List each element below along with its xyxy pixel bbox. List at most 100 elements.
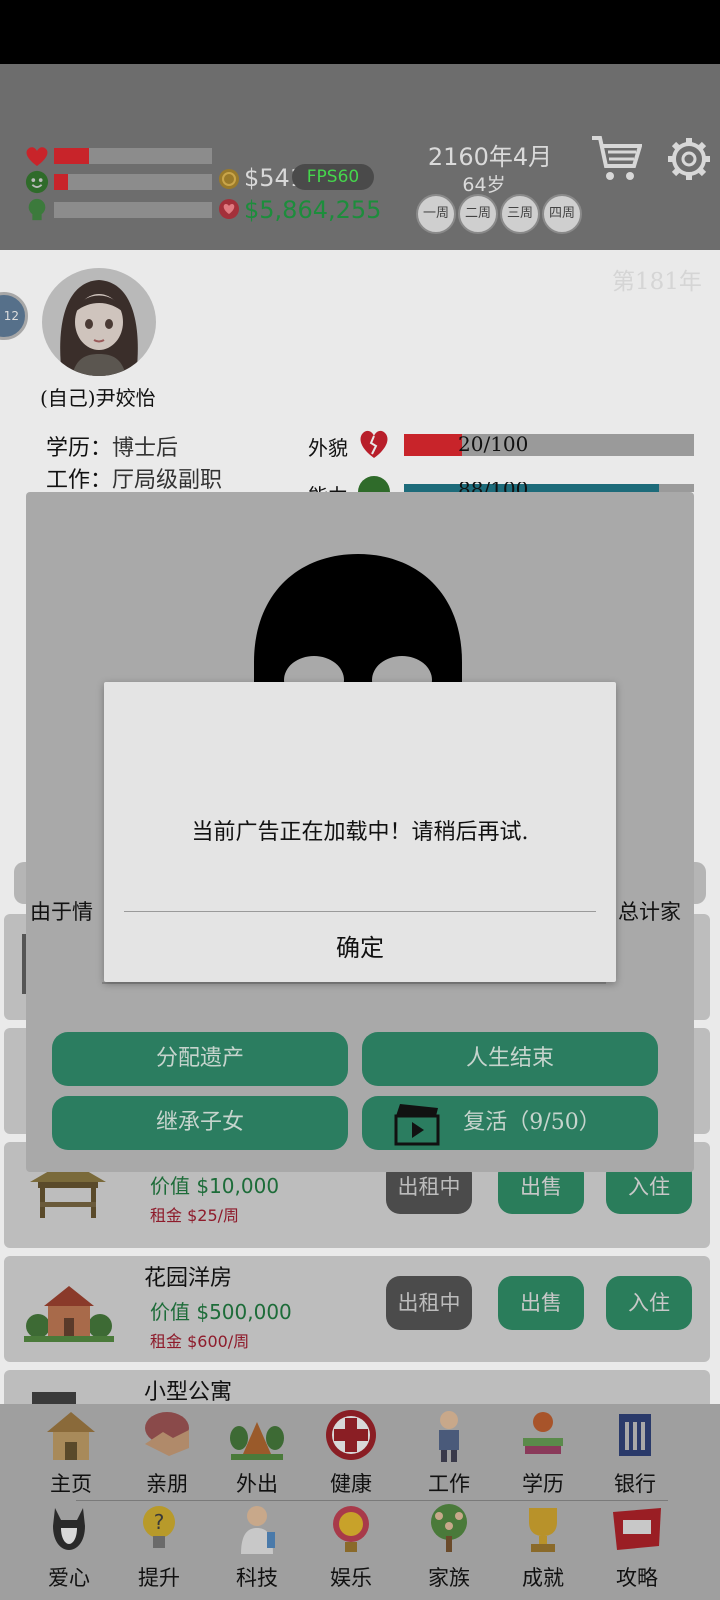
week-button-3[interactable]: 三周 [500, 194, 540, 234]
relation-badge[interactable]: 12 [0, 292, 28, 340]
week-button-1[interactable]: 一周 [416, 194, 456, 234]
game-date: 2160年4月 [427, 143, 553, 171]
nav-guide[interactable]: 攻略 [592, 1502, 682, 1592]
nav-work[interactable]: 工作 [404, 1408, 494, 1498]
lightbulb-question-icon: ? [143, 1506, 175, 1548]
nav-label: 工作 [428, 1472, 470, 1496]
distribute-inheritance-button[interactable]: 分配遗产 [52, 1032, 348, 1086]
nav-label: 亲朋 [146, 1472, 188, 1496]
property-rent: 租金 $600/周 [150, 1332, 250, 1351]
revive-label: 复活（9/50） [463, 1110, 601, 1135]
brain-head-icon [28, 198, 46, 221]
nav-label: 爱心 [48, 1566, 90, 1590]
student-books-icon [523, 1412, 563, 1454]
end-life-button[interactable]: 人生结束 [362, 1032, 658, 1086]
health-bar [54, 148, 89, 164]
nav-charity[interactable]: 爱心 [24, 1502, 114, 1592]
sell-button[interactable]: 出售 [498, 1276, 584, 1330]
nav-entertainment[interactable]: 娱乐 [306, 1502, 396, 1592]
nav-label: 娱乐 [330, 1566, 372, 1590]
nav-home[interactable]: 主页 [26, 1408, 116, 1498]
nav-label: 健康 [330, 1472, 372, 1496]
smiley-face-icon [25, 170, 49, 194]
looks-bar [404, 434, 694, 456]
nav-label: 提升 [138, 1566, 180, 1590]
nav-health[interactable]: 健康 [306, 1408, 396, 1498]
nav-improve[interactable]: ? 提升 [114, 1502, 204, 1592]
nav-label: 银行 [614, 1472, 656, 1496]
alert-message: 当前广告正在加载中！请稍后再试. [191, 820, 529, 845]
broken-heart-icon [360, 430, 388, 458]
garden-house-icon [24, 1286, 114, 1342]
nav-label: 外出 [236, 1472, 278, 1496]
avatar[interactable] [42, 268, 156, 376]
job-value: 厅局级副职 [112, 468, 223, 493]
nav-label: 主页 [50, 1472, 92, 1496]
trophy-hearts-icon [333, 1506, 369, 1552]
property-card-garden-house: 花园洋房 价值 $500,000 租金 $600/周 出租中 出售 入住 [4, 1256, 710, 1362]
avatar-portrait [60, 280, 138, 376]
looks-value: 20/100 [458, 432, 529, 456]
happiness-bar [54, 174, 69, 190]
job-line: 工作：厅局级副职 [46, 462, 222, 494]
nav-divider [76, 1500, 668, 1501]
alert-divider [124, 911, 596, 912]
confirm-button[interactable]: 确定 [104, 918, 616, 978]
handshake-icon [145, 1412, 189, 1456]
property-value: 价值 $10,000 [150, 1174, 280, 1198]
property-name: 花园洋房 [144, 1266, 233, 1291]
scientist-icon [241, 1506, 275, 1554]
education-label: 学历： [46, 436, 113, 461]
helpful-tips-icon [613, 1508, 661, 1550]
husky-dog-icon [53, 1508, 85, 1550]
assets-heart-icon [219, 199, 239, 219]
heart-icon [26, 147, 48, 166]
trophy-icon [529, 1508, 557, 1552]
nav-label: 家族 [428, 1566, 470, 1590]
week-button-4[interactable]: 四周 [542, 194, 582, 234]
inherit-child-button[interactable]: 继承子女 [52, 1096, 348, 1150]
medical-cross-icon [326, 1410, 376, 1460]
ability-value: 88/100 [458, 482, 528, 492]
dialog-divider [102, 982, 606, 984]
family-tree-icon [431, 1504, 467, 1552]
looks-bar-fill [404, 434, 462, 456]
property-value: 价值 $500,000 [150, 1300, 292, 1324]
nav-clan[interactable]: 家族 [404, 1502, 494, 1592]
nav-achievements[interactable]: 成就 [498, 1502, 588, 1592]
assets-value: $5,864,255 [244, 196, 382, 224]
bottom-nav: 主页 亲朋 外出 健康 工作 学历 银行 爱心 ? 提升 科技 娱乐 家族 成就… [0, 1404, 720, 1600]
revive-button[interactable]: 复活（9/50） [362, 1096, 658, 1150]
nav-label: 攻略 [616, 1566, 658, 1590]
status-bar [0, 0, 720, 64]
nav-education[interactable]: 学历 [498, 1408, 588, 1498]
house-icon [47, 1412, 95, 1460]
worker-icon [439, 1411, 459, 1462]
renting-button[interactable]: 出租中 [386, 1276, 472, 1330]
death-message-right: 总计家 [618, 900, 681, 924]
ability-bar [404, 484, 694, 492]
svg-text:?: ? [154, 1510, 165, 1534]
nav-technology[interactable]: 科技 [212, 1502, 302, 1592]
player-name: (自己)尹姣怡 [40, 386, 156, 410]
header: $541,289 $5,864,255 FPS60 2160年4月 64岁 第1… [0, 64, 720, 295]
alert-dialog: 当前广告正在加载中！请稍后再试. 确定 [104, 682, 616, 982]
nav-label: 成就 [522, 1566, 564, 1590]
ability-face-icon [358, 476, 390, 492]
nav-outing[interactable]: 外出 [212, 1408, 302, 1498]
nav-label: 学历 [522, 1472, 564, 1496]
year-counter: 第181年 [612, 269, 702, 295]
player-age: 64岁 [462, 174, 506, 196]
move-in-button[interactable]: 入住 [606, 1276, 692, 1330]
nav-bank[interactable]: 银行 [590, 1408, 680, 1498]
property-name: 小型公寓 [144, 1380, 233, 1405]
ability-label: 能力 [308, 480, 348, 492]
week-button-2[interactable]: 二周 [458, 194, 498, 234]
gear-icon[interactable] [666, 136, 712, 182]
nav-family[interactable]: 亲朋 [122, 1408, 212, 1498]
fps-counter: FPS60 [292, 164, 374, 190]
education-value: 博士后 [112, 436, 179, 461]
looks-label: 外貌 [308, 436, 348, 460]
shopping-cart-icon[interactable] [590, 134, 642, 184]
death-message-left: 由于情 [30, 900, 93, 924]
